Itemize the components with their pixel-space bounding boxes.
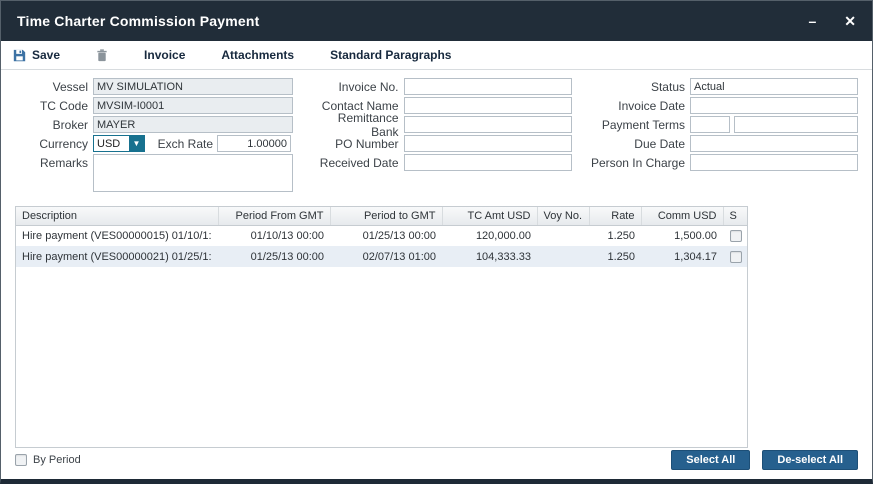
- cell-period-from: 01/25/13 00:00: [218, 246, 330, 267]
- window-controls: – ✕: [808, 14, 856, 28]
- form-column-right: Status Invoice Date Payment Terms Due Da…: [586, 78, 858, 194]
- save-label: Save: [32, 48, 60, 62]
- exch-rate-field[interactable]: [217, 135, 291, 152]
- due-date-label: Due Date: [586, 137, 690, 151]
- payment-terms-label: Payment Terms: [586, 118, 690, 132]
- currency-value: USD: [94, 138, 129, 150]
- column-header-voy-no[interactable]: Voy No.: [537, 207, 589, 225]
- cell-comm: 1,500.00: [641, 225, 723, 246]
- payment-terms-desc-field[interactable]: [734, 116, 858, 133]
- standard-paragraphs-label: Standard Paragraphs: [330, 48, 451, 62]
- footer-buttons: Select All De-select All: [671, 450, 858, 470]
- remarks-label: Remarks: [15, 154, 93, 170]
- received-date-field[interactable]: [404, 154, 572, 171]
- chevron-down-icon: ▼: [129, 136, 144, 151]
- person-in-charge-field[interactable]: [690, 154, 858, 171]
- vessel-field[interactable]: [93, 78, 293, 95]
- cell-description: Hire payment (VES00000021) 01/25/1:: [16, 246, 218, 267]
- column-header-tc-amt[interactable]: TC Amt USD: [442, 207, 537, 225]
- footer-bar: By Period Select All De-select All: [1, 450, 872, 479]
- invoice-label: Invoice: [144, 48, 185, 62]
- status-label: Status: [586, 80, 690, 94]
- invoice-date-field[interactable]: [690, 97, 858, 114]
- invoice-date-label: Invoice Date: [586, 99, 690, 113]
- tc-code-label: TC Code: [15, 99, 93, 113]
- column-header-comm[interactable]: Comm USD: [641, 207, 723, 225]
- remittance-bank-field[interactable]: [404, 116, 572, 133]
- commission-table: Description Period From GMT Period to GM…: [16, 207, 748, 267]
- payment-terms-code-field[interactable]: [690, 116, 730, 133]
- dialog-window: Time Charter Commission Payment – ✕ Save: [0, 0, 873, 484]
- column-header-period-to[interactable]: Period to GMT: [330, 207, 442, 225]
- titlebar: Time Charter Commission Payment – ✕: [1, 1, 872, 41]
- contact-name-field[interactable]: [404, 97, 572, 114]
- invoice-no-field[interactable]: [404, 78, 572, 95]
- form-area: Vessel TC Code Broker Currency USD ▼ Exc…: [1, 70, 872, 196]
- table-row[interactable]: Hire payment (VES00000015) 01/10/1: 01/1…: [16, 225, 748, 246]
- select-all-button[interactable]: Select All: [671, 450, 750, 470]
- close-button[interactable]: ✕: [844, 14, 856, 28]
- commission-grid: Description Period From GMT Period to GM…: [15, 206, 748, 448]
- cell-period-to: 02/07/13 01:00: [330, 246, 442, 267]
- form-column-middle: Invoice No. Contact Name Remittance Bank…: [308, 78, 572, 194]
- cell-tc-amt: 120,000.00: [442, 225, 537, 246]
- exch-rate-label: Exch Rate: [153, 137, 213, 151]
- delete-button[interactable]: [96, 49, 108, 62]
- standard-paragraphs-button[interactable]: Standard Paragraphs: [330, 48, 451, 62]
- trash-icon: [96, 49, 108, 62]
- vessel-label: Vessel: [15, 80, 93, 94]
- cell-period-to: 01/25/13 00:00: [330, 225, 442, 246]
- cell-comm: 1,304.17: [641, 246, 723, 267]
- received-date-label: Received Date: [308, 156, 404, 170]
- column-header-period-from[interactable]: Period From GMT: [218, 207, 330, 225]
- by-period-label: By Period: [33, 454, 81, 466]
- currency-label: Currency: [15, 137, 93, 151]
- broker-label: Broker: [15, 118, 93, 132]
- currency-select[interactable]: USD ▼: [93, 135, 145, 152]
- form-column-left: Vessel TC Code Broker Currency USD ▼ Exc…: [15, 78, 293, 194]
- po-number-field[interactable]: [404, 135, 572, 152]
- cell-rate: 1.250: [589, 225, 641, 246]
- toolbar: Save Invoice Attachments Standard Paragr…: [1, 41, 872, 70]
- attachments-button[interactable]: Attachments: [221, 48, 294, 62]
- broker-field[interactable]: [93, 116, 293, 133]
- row-select-checkbox[interactable]: [730, 251, 742, 263]
- cell-description: Hire payment (VES00000015) 01/10/1:: [16, 225, 218, 246]
- minimize-button[interactable]: –: [808, 14, 816, 28]
- save-icon: [13, 49, 26, 62]
- invoice-no-label: Invoice No.: [308, 80, 404, 94]
- cell-rate: 1.250: [589, 246, 641, 267]
- save-button[interactable]: Save: [13, 48, 60, 62]
- row-select-checkbox[interactable]: [730, 230, 742, 242]
- deselect-all-button[interactable]: De-select All: [762, 450, 858, 470]
- column-header-select[interactable]: S: [723, 207, 748, 225]
- table-row[interactable]: Hire payment (VES00000021) 01/25/1: 01/2…: [16, 246, 748, 267]
- column-header-rate[interactable]: Rate: [589, 207, 641, 225]
- remarks-field[interactable]: [93, 154, 293, 192]
- attachments-label: Attachments: [221, 48, 294, 62]
- po-number-label: PO Number: [308, 137, 404, 151]
- by-period-checkbox[interactable]: [15, 454, 27, 466]
- due-date-field[interactable]: [690, 135, 858, 152]
- column-header-description[interactable]: Description: [16, 207, 218, 225]
- person-in-charge-label: Person In Charge: [586, 156, 690, 170]
- cell-period-from: 01/10/13 00:00: [218, 225, 330, 246]
- status-field[interactable]: [690, 78, 858, 95]
- window-title: Time Charter Commission Payment: [17, 13, 259, 29]
- table-header-row: Description Period From GMT Period to GM…: [16, 207, 748, 225]
- invoice-button[interactable]: Invoice: [144, 48, 185, 62]
- tc-code-field[interactable]: [93, 97, 293, 114]
- cell-voy-no: [537, 246, 589, 267]
- by-period-control[interactable]: By Period: [15, 454, 81, 466]
- cell-tc-amt: 104,333.33: [442, 246, 537, 267]
- cell-voy-no: [537, 225, 589, 246]
